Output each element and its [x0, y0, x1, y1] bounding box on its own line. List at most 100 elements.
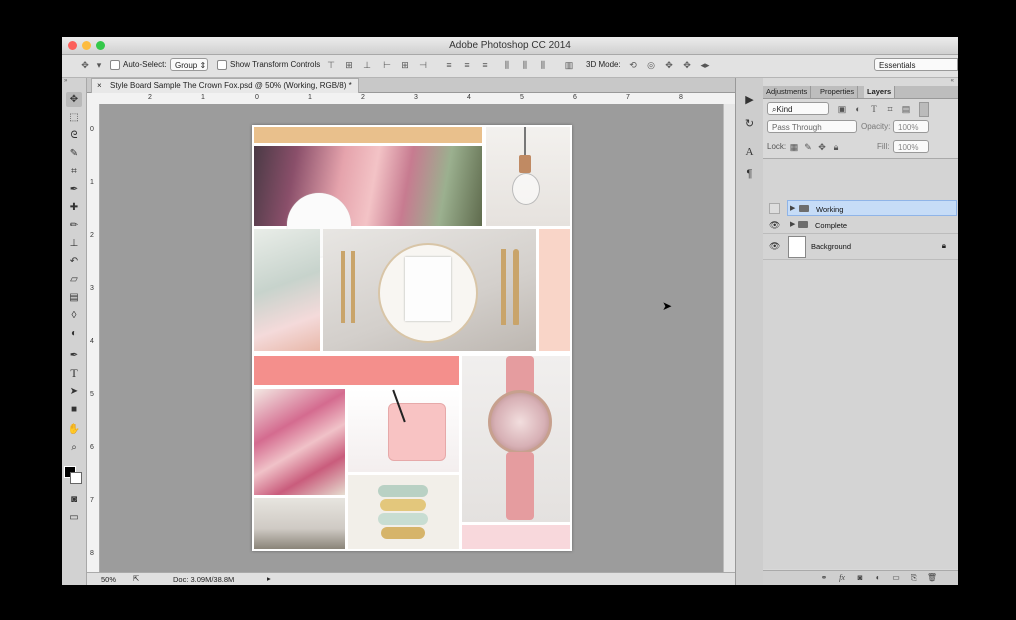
background-color-swatch[interactable]	[70, 472, 82, 484]
distribute-horizontal-centers-icon[interactable]: ⫼	[520, 60, 530, 70]
tool-preset-dropdown-icon[interactable]: ▾	[94, 60, 104, 70]
orbit-3d-icon[interactable]: ⟲	[628, 60, 638, 70]
delete-layer-icon[interactable]: 🗑︎	[925, 573, 939, 582]
align-bottom-edges-icon[interactable]: ⊥	[362, 60, 372, 70]
lasso-tool-icon[interactable]: ᘓ	[66, 128, 82, 143]
link-layers-icon[interactable]: ⚭	[817, 573, 831, 582]
actions-play-icon[interactable]: ▶	[742, 92, 757, 108]
fill-field[interactable]: 100%	[893, 140, 929, 153]
ruler-label: 4	[90, 338, 94, 345]
lock-all-icon[interactable]: 🔒︎	[831, 142, 841, 152]
vertical-ruler[interactable]: 0 1 2 3 4 5 6 7 8	[87, 104, 100, 572]
auto-select-checkbox[interactable]	[110, 60, 120, 70]
auto-select-dropdown[interactable]: Group ⇕	[170, 58, 208, 71]
new-adjustment-layer-icon[interactable]: ◐	[871, 573, 885, 582]
drag-3d-icon[interactable]: ✥	[664, 60, 674, 70]
path-selection-tool-icon[interactable]: ➤	[66, 384, 82, 399]
distribute-top-edges-icon[interactable]: ≡	[444, 60, 454, 70]
quick-mask-icon[interactable]: ◙	[66, 492, 82, 507]
blend-mode-value: Pass Through	[772, 123, 822, 132]
collapse-tools-icon[interactable]: »	[64, 78, 84, 84]
clone-stamp-tool-icon[interactable]: ⊥	[66, 236, 82, 251]
align-horizontal-centers-icon[interactable]: ⊞	[400, 60, 410, 70]
distribute-bottom-edges-icon[interactable]: ≡	[480, 60, 490, 70]
document-tab-bar: × Style Board Sample The Crown Fox.psd @…	[87, 78, 735, 93]
filter-pixel-icon[interactable]: ▣	[837, 104, 847, 114]
eye-icon[interactable]: 👁︎	[769, 241, 780, 252]
align-left-edges-icon[interactable]: ⊢	[382, 60, 392, 70]
type-tool-icon[interactable]: T	[66, 366, 82, 381]
zoom-tool-icon[interactable]: ⌕	[66, 440, 82, 455]
align-top-edges-icon[interactable]: ⊤	[326, 60, 336, 70]
ruler-label: 4	[467, 94, 471, 101]
tab-adjustments[interactable]: Adjustments	[763, 86, 812, 98]
character-icon[interactable]: A	[742, 144, 757, 160]
close-tab-icon[interactable]: ×	[97, 79, 102, 92]
brush-tool-icon[interactable]: ✏	[66, 218, 82, 233]
filter-type-icon[interactable]: T	[869, 104, 879, 114]
gold-fork	[341, 251, 345, 323]
roll-3d-icon[interactable]: ◎	[646, 60, 656, 70]
paragraph-icon[interactable]: ¶	[742, 166, 757, 182]
scale-3d-icon[interactable]: ◂▸	[700, 60, 710, 70]
lock-position-icon[interactable]: ✥	[817, 142, 827, 152]
align-right-edges-icon[interactable]: ⊣	[418, 60, 428, 70]
history-icon[interactable]: ↻	[742, 116, 757, 132]
layer-row-working[interactable]: ▶ Working	[787, 200, 957, 216]
eye-icon[interactable]: 👁︎	[769, 220, 780, 231]
filter-toggle-switch[interactable]	[919, 102, 929, 117]
document-tab[interactable]: × Style Board Sample The Crown Fox.psd @…	[91, 78, 359, 93]
gradient-tool-icon[interactable]: ▤	[66, 290, 82, 305]
tab-layers[interactable]: Layers	[864, 86, 896, 98]
tab-properties[interactable]: Properties	[817, 86, 859, 98]
marquee-tool-icon[interactable]: ⬚	[66, 110, 82, 125]
new-group-icon[interactable]: ▭	[889, 573, 903, 582]
crop-tool-icon[interactable]: ⌗	[66, 164, 82, 179]
layer-row-complete[interactable]: 👁︎ ▶ Complete	[763, 217, 958, 234]
opacity-field[interactable]: 100%	[893, 120, 929, 133]
move-tool-preset-icon[interactable]: ✥	[78, 60, 92, 70]
quick-selection-tool-icon[interactable]: ✎	[66, 146, 82, 161]
filter-adjustment-icon[interactable]: ◐	[853, 104, 863, 114]
eyedropper-tool-icon[interactable]: ✒	[66, 182, 82, 197]
blur-tool-icon[interactable]: ◊	[66, 308, 82, 323]
lock-image-pixels-icon[interactable]: ✎	[803, 142, 813, 152]
share-icon[interactable]: ⇱	[133, 574, 139, 583]
dodge-tool-icon[interactable]: ◐	[66, 326, 82, 341]
layer-style-icon[interactable]: fx	[835, 573, 849, 582]
expand-group-icon[interactable]: ▶	[790, 204, 795, 212]
filter-kind-dropdown[interactable]: ⌕Kind	[767, 102, 829, 115]
workspace-dropdown[interactable]: Essentials	[874, 58, 958, 71]
rectangle-tool-icon[interactable]: ■	[66, 402, 82, 417]
show-transform-controls-checkbox[interactable]	[217, 60, 227, 70]
hand-tool-icon[interactable]: ✋	[66, 422, 82, 437]
eraser-tool-icon[interactable]: ▱	[66, 272, 82, 287]
layer-row-background[interactable]: 👁︎ Background 🔒︎	[763, 234, 958, 260]
screen-mode-icon[interactable]: ▭	[66, 510, 82, 525]
style-board-document[interactable]	[252, 125, 572, 551]
expand-group-icon[interactable]: ▶	[790, 220, 795, 228]
new-layer-icon[interactable]: ⎘	[907, 573, 921, 583]
align-vertical-centers-icon[interactable]: ⊞	[344, 60, 354, 70]
status-menu-arrow-icon[interactable]: ▸	[267, 574, 271, 583]
distribute-vertical-centers-icon[interactable]: ≡	[462, 60, 472, 70]
folder-icon	[799, 205, 809, 212]
lock-transparent-pixels-icon[interactable]: ▦	[789, 142, 799, 152]
healing-brush-tool-icon[interactable]: ✚	[66, 200, 82, 215]
move-tool-icon[interactable]: ✥	[66, 92, 82, 107]
visibility-toggle-empty[interactable]	[769, 203, 780, 214]
pen-tool-icon[interactable]: ✒	[66, 348, 82, 363]
slide-3d-icon[interactable]: ✥	[682, 60, 692, 70]
document-info: Doc: 3.09M/38.8M	[173, 575, 235, 584]
history-brush-tool-icon[interactable]: ↶	[66, 254, 82, 269]
filter-smart-object-icon[interactable]: ▤	[901, 104, 911, 114]
filter-shape-icon[interactable]: ⌗	[885, 104, 895, 114]
blend-mode-dropdown[interactable]: Pass Through	[767, 120, 857, 133]
distribute-right-edges-icon[interactable]: ⫼	[538, 60, 548, 70]
ruler-label: 8	[90, 550, 94, 557]
add-mask-icon[interactable]: ◙	[853, 573, 867, 582]
collapse-panel-icon[interactable]: «	[951, 78, 954, 84]
distribute-left-edges-icon[interactable]: ⫼	[502, 60, 512, 70]
zoom-level[interactable]: 50%	[101, 575, 116, 584]
auto-align-layers-icon[interactable]: ▥	[564, 60, 574, 70]
